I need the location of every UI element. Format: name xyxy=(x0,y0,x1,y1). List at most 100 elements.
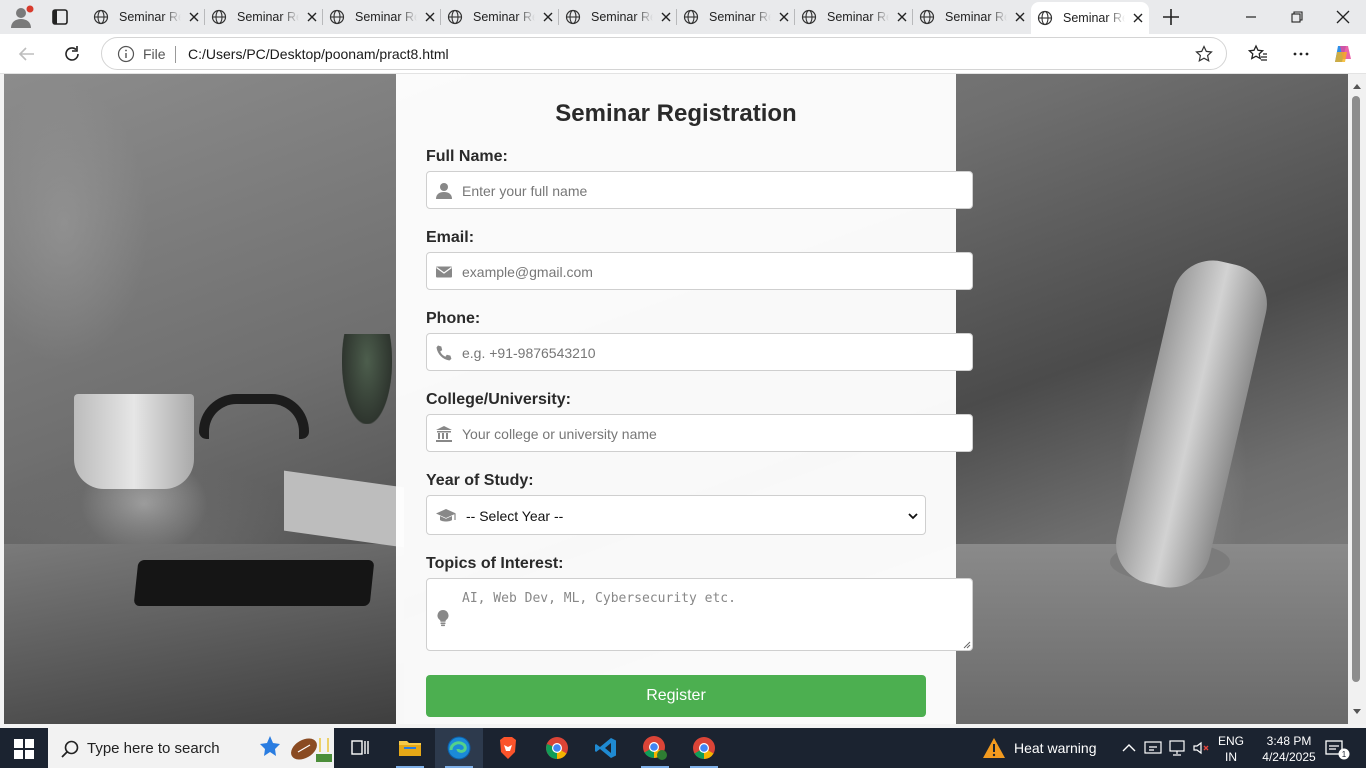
browser-tab[interactable]: Seminar Registration xyxy=(795,2,913,32)
close-tab-icon[interactable] xyxy=(777,10,791,24)
minimize-icon[interactable] xyxy=(1240,6,1262,28)
chrome-profile-taskbar-button[interactable] xyxy=(631,728,679,768)
profile-avatar-icon[interactable] xyxy=(8,5,34,29)
phone-icon xyxy=(436,345,452,361)
full-name-label: Full Name: xyxy=(426,148,508,165)
tray-app-icon[interactable] xyxy=(1144,739,1162,757)
graduation-cap-icon xyxy=(436,509,456,522)
tab-title: Seminar Registration xyxy=(591,10,653,24)
globe-icon xyxy=(329,9,345,25)
vscode-icon xyxy=(595,738,616,758)
restore-icon[interactable] xyxy=(1286,6,1308,28)
search-placeholder: Type here to search xyxy=(87,740,220,757)
browser-tab[interactable]: Seminar Registration xyxy=(677,2,795,32)
scroll-down-arrow-icon[interactable] xyxy=(1352,708,1362,716)
tab-title: Seminar Registration xyxy=(119,10,181,24)
scroll-up-arrow-icon[interactable] xyxy=(1352,82,1362,90)
back-arrow-icon[interactable] xyxy=(16,43,38,65)
email-placeholder: example@gmail.com xyxy=(462,264,593,280)
phone-label: Phone: xyxy=(426,310,481,327)
chrome-taskbar-button[interactable] xyxy=(533,728,581,768)
info-icon[interactable] xyxy=(117,45,135,63)
vscode-taskbar-button[interactable] xyxy=(582,728,630,768)
phone-input[interactable]: e.g. +91-9876543210 xyxy=(426,333,973,371)
browser-tab[interactable]: Seminar Registration xyxy=(323,2,441,32)
favorite-star-icon[interactable] xyxy=(1194,44,1214,64)
notification-count: 1 xyxy=(1342,750,1347,759)
address-divider xyxy=(175,46,176,63)
language-indicator[interactable]: ENG IN xyxy=(1218,733,1244,765)
year-label: Year of Study: xyxy=(426,472,534,489)
register-button[interactable]: Register xyxy=(426,675,926,717)
close-window-icon[interactable] xyxy=(1332,6,1354,28)
close-tab-icon[interactable] xyxy=(187,10,201,24)
brave-taskbar-button[interactable] xyxy=(484,728,532,768)
new-tab-plus-icon[interactable] xyxy=(1160,6,1182,28)
taskbar-search-box[interactable]: Type here to search xyxy=(48,728,334,768)
network-icon[interactable] xyxy=(1168,739,1186,757)
reload-icon[interactable] xyxy=(61,43,83,65)
scrollbar-thumb[interactable] xyxy=(1352,96,1360,682)
favorites-icon[interactable] xyxy=(1247,43,1269,65)
tab-actions-icon[interactable] xyxy=(49,6,71,28)
address-bar[interactable]: File C:/Users/PC/Desktop/poonam/pract8.h… xyxy=(101,37,1227,70)
folder-icon xyxy=(399,741,421,756)
email-input[interactable]: example@gmail.com xyxy=(426,252,973,290)
close-tab-icon[interactable] xyxy=(541,10,555,24)
volume-muted-icon[interactable] xyxy=(1192,739,1210,757)
close-tab-icon[interactable] xyxy=(305,10,319,24)
browser-tab[interactable]: Seminar Registration xyxy=(559,2,677,32)
more-options-icon[interactable] xyxy=(1290,43,1312,65)
close-tab-icon[interactable] xyxy=(659,10,673,24)
browser-tab[interactable]: Seminar Registration xyxy=(441,2,559,32)
topics-textarea[interactable]: AI, Web Dev, ML, Cybersecurity etc. xyxy=(426,578,973,651)
globe-icon xyxy=(919,9,935,25)
college-label: College/University: xyxy=(426,391,571,408)
browser-tab[interactable]: Seminar Registration xyxy=(913,2,1031,32)
page-scrollbar[interactable] xyxy=(1348,74,1366,724)
url-text[interactable]: C:/Users/PC/Desktop/poonam/pract8.html xyxy=(188,46,449,62)
tab-strip: Seminar Registration Seminar Registratio… xyxy=(0,0,1366,34)
tab-title: Seminar Registration xyxy=(473,10,535,24)
windows-start-icon[interactable] xyxy=(14,739,34,759)
college-placeholder: Your college or university name xyxy=(462,426,657,442)
globe-icon xyxy=(447,9,463,25)
form-title: Seminar Registration xyxy=(555,100,797,127)
resize-grip-icon[interactable] xyxy=(962,640,971,649)
year-select[interactable]: -- Select Year -- xyxy=(426,495,926,535)
weather-alert-text[interactable]: Heat warning xyxy=(1014,740,1097,756)
chevron-up-icon[interactable] xyxy=(1120,739,1138,757)
copilot-icon[interactable] xyxy=(1332,43,1354,65)
language-code: ENG xyxy=(1218,734,1245,748)
tab-title: Seminar Registration xyxy=(945,10,1007,24)
globe-icon xyxy=(93,9,109,25)
task-view-button[interactable] xyxy=(336,728,384,768)
college-input[interactable]: Your college or university name xyxy=(426,414,973,452)
close-tab-icon[interactable] xyxy=(423,10,437,24)
windows-taskbar: Type here to search Heat warning ENG IN … xyxy=(0,728,1366,768)
chrome-second-taskbar-button[interactable] xyxy=(680,728,728,768)
browser-tab[interactable]: Seminar Registration xyxy=(87,2,205,32)
search-highlight-football-icon xyxy=(260,736,332,762)
close-tab-icon[interactable] xyxy=(895,10,909,24)
clock-date: 4/24/2025 xyxy=(1262,750,1316,764)
browser-tab[interactable]: Seminar Registration xyxy=(205,2,323,32)
close-tab-icon[interactable] xyxy=(1013,10,1027,24)
notification-center-icon[interactable]: 1 xyxy=(1324,738,1350,760)
close-tab-icon[interactable] xyxy=(1131,11,1145,25)
scheme-label: File xyxy=(143,46,166,62)
file-explorer-button[interactable] xyxy=(386,728,434,768)
clock[interactable]: 3:48 PM 4/24/2025 xyxy=(1258,733,1320,765)
tab-title: Seminar Registration xyxy=(827,10,889,24)
globe-icon xyxy=(1037,10,1053,26)
heat-warning-icon[interactable] xyxy=(982,737,1006,759)
task-view-icon xyxy=(351,740,369,755)
full-name-input[interactable]: Enter your full name xyxy=(426,171,973,209)
background-headphones xyxy=(199,394,309,439)
brave-browser-icon xyxy=(500,737,516,759)
browser-tab-active[interactable]: Seminar Registration xyxy=(1031,2,1149,34)
edge-taskbar-button[interactable] xyxy=(435,728,483,768)
chrome-profile-icon xyxy=(643,736,667,760)
tab-title: Seminar Registration xyxy=(709,10,771,24)
chevron-down-icon[interactable] xyxy=(907,510,919,522)
